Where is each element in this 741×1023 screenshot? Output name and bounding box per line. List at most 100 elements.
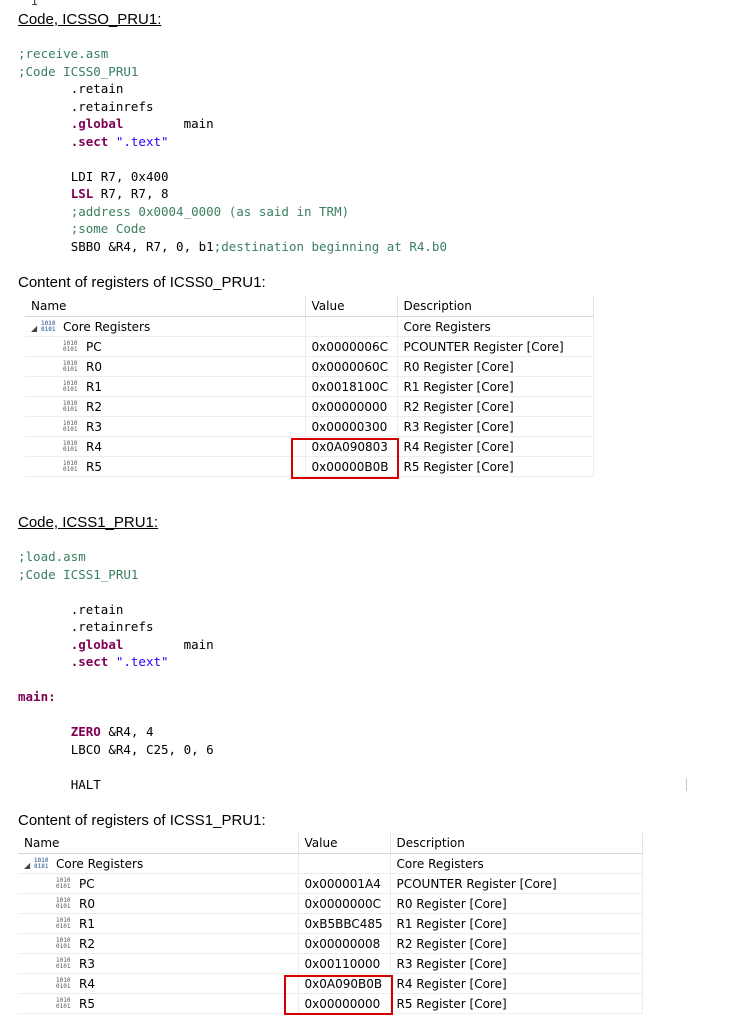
register-name: R1: [79, 916, 95, 931]
group-description: Core Registers: [390, 853, 643, 874]
register-name: PC: [86, 339, 102, 354]
binary-register-icon: 1010 0101: [63, 340, 78, 353]
register-description: R2 Register [Core]: [397, 396, 594, 417]
register-description: R0 Register [Core]: [390, 893, 643, 914]
code-directive: .retainrefs: [70, 619, 154, 634]
register-value[interactable]: 0x00000300: [305, 416, 398, 437]
register-description: R4 Register [Core]: [397, 436, 594, 457]
column-header-name[interactable]: Name: [18, 833, 299, 854]
section1-heading: Code, ICSSO_PRU1:: [18, 11, 162, 28]
column-header-value[interactable]: Value: [305, 296, 398, 317]
code-string: ".text": [115, 133, 169, 149]
code-keyword: .global: [70, 636, 124, 652]
section1-table-title: Content of registers of ICSS0_PRU1:: [18, 274, 266, 291]
register-name: R1: [86, 379, 102, 394]
code-comment: ;Code ICSS0_PRU1: [18, 63, 139, 79]
section2-heading: Code, ICSS1_PRU1:: [18, 514, 159, 531]
code-keyword: LSL: [70, 186, 94, 201]
register-row[interactable]: 1010 0101 R2 0x00000000 R2 Register [Core]: [25, 396, 594, 417]
column-header-value[interactable]: Value: [298, 833, 391, 854]
register-row[interactable]: 1010 0101 R2 0x00000008 R2 Register [Core]: [18, 933, 643, 954]
register-description: PCOUNTER Register [Core]: [397, 336, 594, 357]
register-name: R5: [86, 459, 102, 474]
register-row[interactable]: 1010 0101 R1 0x0018100C R1 Register [Core]: [25, 376, 594, 397]
code-keyword: .sect: [70, 654, 109, 669]
register-name: R0: [86, 359, 102, 374]
register-name: R3: [86, 419, 102, 434]
register-description: R3 Register [Core]: [397, 416, 594, 437]
highlight-box: [291, 438, 399, 479]
register-name: R3: [79, 956, 95, 971]
register-name: R0: [79, 896, 95, 911]
code-instruction: LBCO &R4, C25, 0, 6: [70, 741, 214, 757]
register-name: R4: [79, 976, 95, 991]
binary-register-icon: 1010 0101: [56, 957, 71, 970]
register-value[interactable]: 0x00110000: [298, 953, 391, 974]
register-group-row[interactable]: ◢ 1010 0101 Core Registers Core Registers: [18, 853, 643, 874]
expand-triangle-icon[interactable]: ◢: [31, 324, 41, 333]
code-comment: ;destination beginning at R4.b0: [213, 238, 447, 254]
binary-register-icon: 1010 0101: [63, 400, 78, 413]
binary-register-icon: 1010 0101: [63, 440, 78, 453]
code-directive: .retain: [70, 601, 124, 617]
code-label: main:: [18, 689, 56, 704]
group-description: Core Registers: [397, 316, 594, 337]
register-row[interactable]: 1010 0101 R0 0x0000060C R0 Register [Core]: [25, 356, 594, 377]
register-group-row[interactable]: ◢ 1010 0101 Core Registers Core Registers: [25, 316, 594, 337]
register-row[interactable]: 1010 0101 R1 0xB5BBC485 R1 Register [Core]: [18, 913, 643, 934]
register-name: PC: [79, 876, 95, 891]
register-value[interactable]: 0x000001A4: [298, 873, 391, 894]
code-arg: R7, R7, 8: [93, 186, 169, 201]
register-description: R0 Register [Core]: [397, 356, 594, 377]
code-arg: main: [183, 636, 214, 652]
code-directive: .retain: [70, 81, 124, 96]
register-description: PCOUNTER Register [Core]: [390, 873, 643, 894]
register-row[interactable]: 1010 0101 R3 0x00000300 R3 Register [Core]: [25, 416, 594, 437]
register-group-icon: 1010 0101: [34, 857, 49, 870]
group-name: Core Registers: [63, 319, 151, 334]
register-group-icon: 1010 0101: [41, 320, 56, 333]
column-header-name[interactable]: Name: [25, 296, 306, 317]
register-name: R5: [79, 996, 95, 1011]
register-row[interactable]: 1010 0101 PC 0x000001A4 PCOUNTER Register …: [18, 873, 643, 894]
binary-register-icon: 1010 0101: [63, 360, 78, 373]
register-row[interactable]: 1010 0101 R3 0x00110000 R3 Register [Core]: [18, 953, 643, 974]
code-comment: ;load.asm: [18, 549, 86, 564]
code-keyword: ZERO: [70, 724, 101, 739]
register-value[interactable]: 0x00000008: [298, 933, 391, 954]
register-name: R4: [86, 439, 102, 454]
code-comment: ;Code ICSS1_PRU1: [18, 566, 139, 582]
register-description: R5 Register [Core]: [390, 993, 643, 1014]
register-value[interactable]: 0x0000000C: [298, 893, 391, 914]
binary-register-icon: 1010 0101: [63, 420, 78, 433]
binary-register-icon: 1010 0101: [56, 877, 71, 890]
expand-triangle-icon[interactable]: ◢: [24, 861, 34, 870]
binary-register-icon: 1010 0101: [56, 997, 71, 1010]
register-description: R2 Register [Core]: [390, 933, 643, 954]
code-keyword: .sect: [70, 133, 109, 149]
code-string: ".text": [115, 654, 169, 669]
binary-register-icon: 1010 0101: [56, 917, 71, 930]
code-instruction: HALT: [70, 776, 101, 792]
highlight-box: [284, 975, 393, 1015]
register-value[interactable]: 0x0000006C: [305, 336, 398, 357]
register-value[interactable]: 0x0000060C: [305, 356, 398, 377]
register-value[interactable]: 0x00000000: [305, 396, 398, 417]
binary-register-icon: 1010 0101: [56, 937, 71, 950]
register-description: R3 Register [Core]: [390, 953, 643, 974]
binary-register-icon: 1010 0101: [56, 897, 71, 910]
register-value[interactable]: 0x0018100C: [305, 376, 398, 397]
column-header-description[interactable]: Description: [397, 296, 594, 317]
code-instruction: SBBO &R4, R7, 0, b1: [70, 238, 214, 254]
divider: [686, 778, 687, 791]
binary-register-icon: 1010 0101: [63, 460, 78, 473]
code-directive: .retainrefs: [70, 98, 154, 114]
register-row[interactable]: 1010 0101 R0 0x0000000C R0 Register [Core]: [18, 893, 643, 914]
section1-code-block: ;receive.asm ;Code ICSS0_PRU1 .retain .r…: [18, 45, 447, 255]
register-row[interactable]: 1010 0101 PC 0x0000006C PCOUNTER Register …: [25, 336, 594, 357]
binary-register-icon: 1010 0101: [56, 977, 71, 990]
text-cursor: I: [31, 0, 39, 8]
register-value[interactable]: 0xB5BBC485: [298, 913, 391, 934]
section2-code-block: ;load.asm ;Code ICSS1_PRU1 .retain .reta…: [18, 548, 214, 793]
column-header-description[interactable]: Description: [390, 833, 643, 854]
